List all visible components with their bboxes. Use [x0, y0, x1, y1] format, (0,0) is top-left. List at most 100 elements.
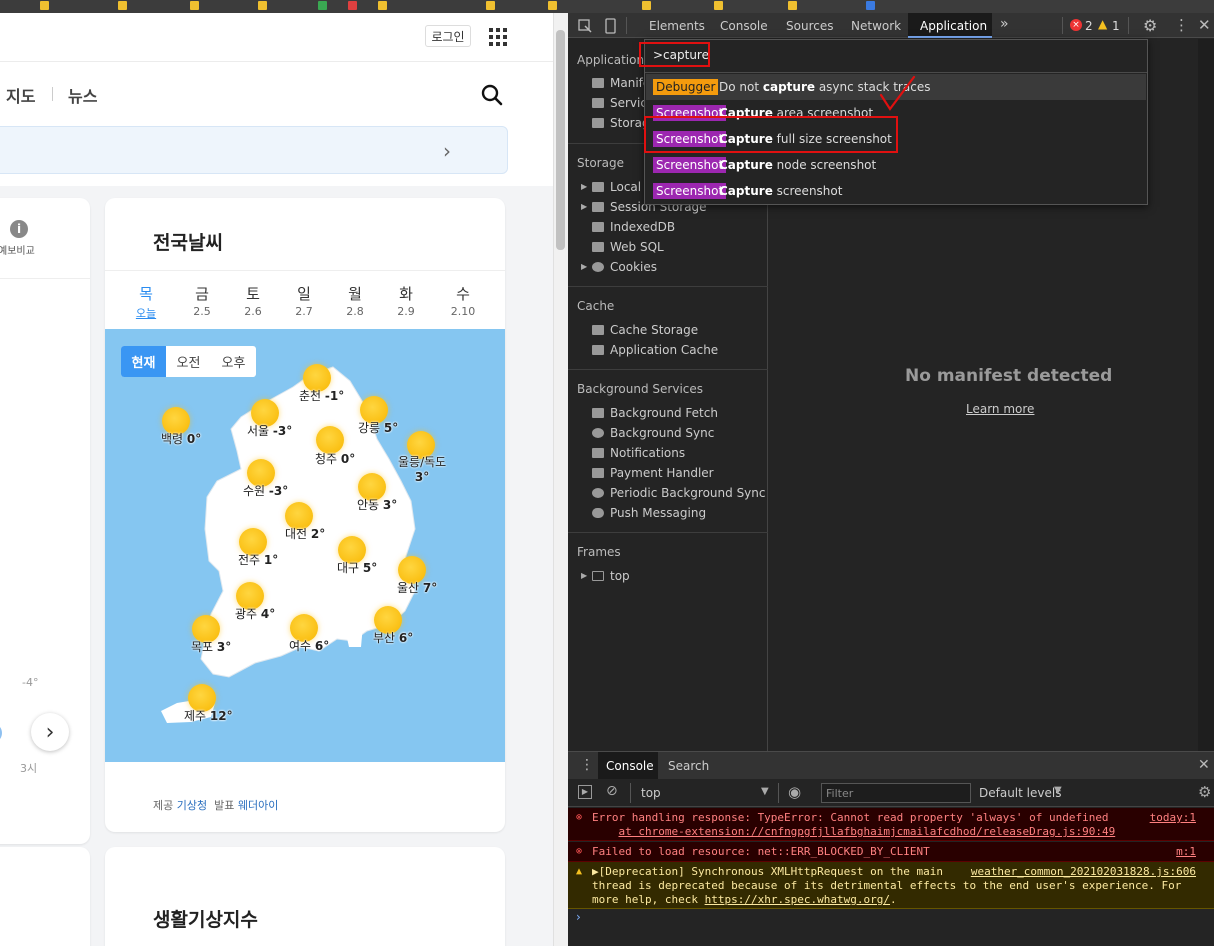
day-tab[interactable]: 금 2.5: [182, 283, 222, 318]
expand-arrow-icon[interactable]: ▶: [581, 262, 587, 271]
bookmark-icon[interactable]: [190, 1, 199, 10]
day-tab[interactable]: 목 오늘: [126, 283, 166, 321]
credit-link[interactable]: 웨더아이: [238, 799, 278, 812]
close-icon[interactable]: ✕: [1198, 16, 1211, 34]
gear-icon[interactable]: ⚙: [1143, 16, 1157, 35]
tab-elements[interactable]: Elements: [649, 19, 705, 33]
dropdown-arrow-icon[interactable]: ▼: [761, 786, 769, 797]
sidebar-item-frame-top[interactable]: top: [592, 569, 630, 583]
expand-arrow-icon[interactable]: ▶: [581, 182, 587, 191]
bookmark-icon[interactable]: [642, 1, 651, 10]
search-bar[interactable]: ›: [0, 126, 508, 174]
drawer-menu-icon[interactable]: ⋮: [580, 757, 594, 773]
console-settings-icon[interactable]: ⚙: [1198, 783, 1211, 801]
city-label[interactable]: 춘천 -1°: [299, 387, 344, 404]
learn-more-link[interactable]: Learn more: [966, 402, 1034, 416]
message-source-link[interactable]: m:1: [1176, 845, 1196, 859]
sidebar-item-websql[interactable]: Web SQL: [592, 240, 664, 254]
tab-network[interactable]: Network: [851, 19, 901, 33]
warning-count[interactable]: 1: [1112, 19, 1120, 33]
bookmark-icon[interactable]: [318, 1, 327, 10]
login-button[interactable]: 로그인: [425, 25, 471, 47]
console-message-error[interactable]: ⊗ Error handling response: TypeError: Ca…: [568, 808, 1214, 841]
tab-now[interactable]: 현재: [121, 346, 166, 377]
city-label[interactable]: 안동 3°: [357, 496, 397, 513]
device-toggle-icon[interactable]: [604, 18, 618, 34]
city-label[interactable]: 목포 3°: [191, 638, 231, 655]
day-tab[interactable]: 화 2.9: [386, 283, 426, 318]
bookmark-icon[interactable]: [118, 1, 127, 10]
tab-application[interactable]: Application: [920, 19, 987, 33]
next-arrow-button[interactable]: ›: [31, 713, 69, 751]
city-label[interactable]: 서울 -3°: [247, 422, 292, 439]
clear-console-icon[interactable]: ⊘: [606, 783, 618, 799]
page-scrollbar-thumb[interactable]: [556, 30, 565, 250]
city-label[interactable]: 제주 12°: [184, 707, 233, 724]
day-tab[interactable]: 토 2.6: [233, 283, 273, 318]
city-label[interactable]: 청주 0°: [315, 450, 355, 467]
bookmark-icon[interactable]: [714, 1, 723, 10]
expand-arrow-icon[interactable]: ▶: [581, 202, 587, 211]
tab-sources[interactable]: Sources: [786, 19, 833, 33]
bookmark-icon[interactable]: [548, 1, 557, 10]
tab-afternoon[interactable]: 오후: [211, 346, 256, 377]
sidebar-item-payment-handler[interactable]: Payment Handler: [592, 466, 714, 480]
error-count[interactable]: 2: [1085, 19, 1093, 33]
info-icon[interactable]: i: [10, 220, 28, 238]
day-tab[interactable]: 수 2.10: [443, 283, 483, 318]
city-label[interactable]: 대구 5°: [337, 559, 377, 576]
sidebar-item-application-cache[interactable]: Application Cache: [592, 343, 718, 357]
tab-console[interactable]: Console: [720, 19, 768, 33]
search-icon[interactable]: [481, 84, 503, 106]
command-item[interactable]: Screenshot Capture node screenshot: [646, 152, 1146, 178]
sidebar-toggle-icon[interactable]: ▶: [578, 785, 592, 799]
kebab-menu-icon[interactable]: ⋮: [1174, 16, 1189, 34]
nav-news[interactable]: 뉴스: [68, 83, 97, 107]
sidebar-item-background-fetch[interactable]: Background Fetch: [592, 406, 718, 420]
more-tabs-icon[interactable]: »: [1000, 16, 1009, 32]
bookmark-icon[interactable]: [348, 1, 357, 10]
warning-icon[interactable]: ▲: [1098, 17, 1107, 31]
city-label[interactable]: 여수 6°: [289, 637, 329, 654]
city-label[interactable]: 수원 -3°: [243, 482, 288, 499]
city-label[interactable]: 대전 2°: [285, 525, 325, 542]
console-prompt-icon[interactable]: ›: [576, 910, 581, 924]
bookmark-icon[interactable]: [378, 1, 387, 10]
message-source-link[interactable]: today:1: [1150, 811, 1196, 825]
log-levels-dropdown[interactable]: Default levels: [979, 786, 1061, 800]
sidebar-item-periodic-background-sync[interactable]: Periodic Background Sync: [592, 486, 766, 500]
sidebar-item-cache-storage[interactable]: Cache Storage: [592, 323, 698, 337]
city-label[interactable]: 광주 4°: [235, 605, 275, 622]
eye-icon[interactable]: ◉: [788, 783, 801, 801]
expand-arrow-icon[interactable]: ▶: [581, 571, 587, 580]
context-selector[interactable]: top: [641, 786, 661, 800]
dropdown-arrow-icon[interactable]: ▼: [1054, 785, 1062, 796]
command-item[interactable]: Screenshot Capture screenshot: [646, 178, 1146, 204]
bookmark-icon[interactable]: [486, 1, 495, 10]
sidebar-item-indexeddb[interactable]: IndexedDB: [592, 220, 675, 234]
stack-link[interactable]: at chrome-extension://cnfngpgfjllafbghai…: [619, 825, 1116, 838]
city-label[interactable]: 울릉/독도 3°: [398, 455, 446, 485]
sidebar-item-cookies[interactable]: Cookies: [592, 260, 657, 274]
tab-morning[interactable]: 오전: [166, 346, 211, 377]
bookmark-icon[interactable]: [258, 1, 267, 10]
error-icon[interactable]: ×: [1070, 19, 1082, 31]
day-tab[interactable]: 일 2.7: [284, 283, 324, 318]
nav-map[interactable]: 지도: [6, 83, 35, 107]
console-filter-input[interactable]: Filter: [821, 783, 971, 803]
console-message-error[interactable]: ⊗ Failed to load resource: net::ERR_BLOC…: [568, 842, 1214, 862]
city-label[interactable]: 강릉 5°: [358, 419, 398, 436]
city-label[interactable]: 백령 0°: [161, 430, 201, 447]
bookmark-icon[interactable]: [40, 1, 49, 10]
city-label[interactable]: 부산 6°: [373, 629, 413, 646]
city-label[interactable]: 울산 7°: [397, 579, 437, 596]
sidebar-item-push-messaging[interactable]: Push Messaging: [592, 506, 706, 520]
credit-link[interactable]: 기상청: [177, 799, 207, 812]
inspect-icon[interactable]: [578, 19, 592, 33]
sidebar-item-notifications[interactable]: Notifications: [592, 446, 685, 460]
city-label[interactable]: 전주 1°: [238, 551, 278, 568]
xhr-spec-link[interactable]: https://xhr.spec.whatwg.org/: [705, 893, 890, 906]
console-message-warning[interactable]: ▲ ▶[Deprecation] Synchronous XMLHttpRequ…: [568, 862, 1214, 909]
bookmark-icon[interactable]: [866, 1, 875, 10]
message-source-link[interactable]: weather_common_20210203182​8.js:606: [971, 865, 1196, 879]
